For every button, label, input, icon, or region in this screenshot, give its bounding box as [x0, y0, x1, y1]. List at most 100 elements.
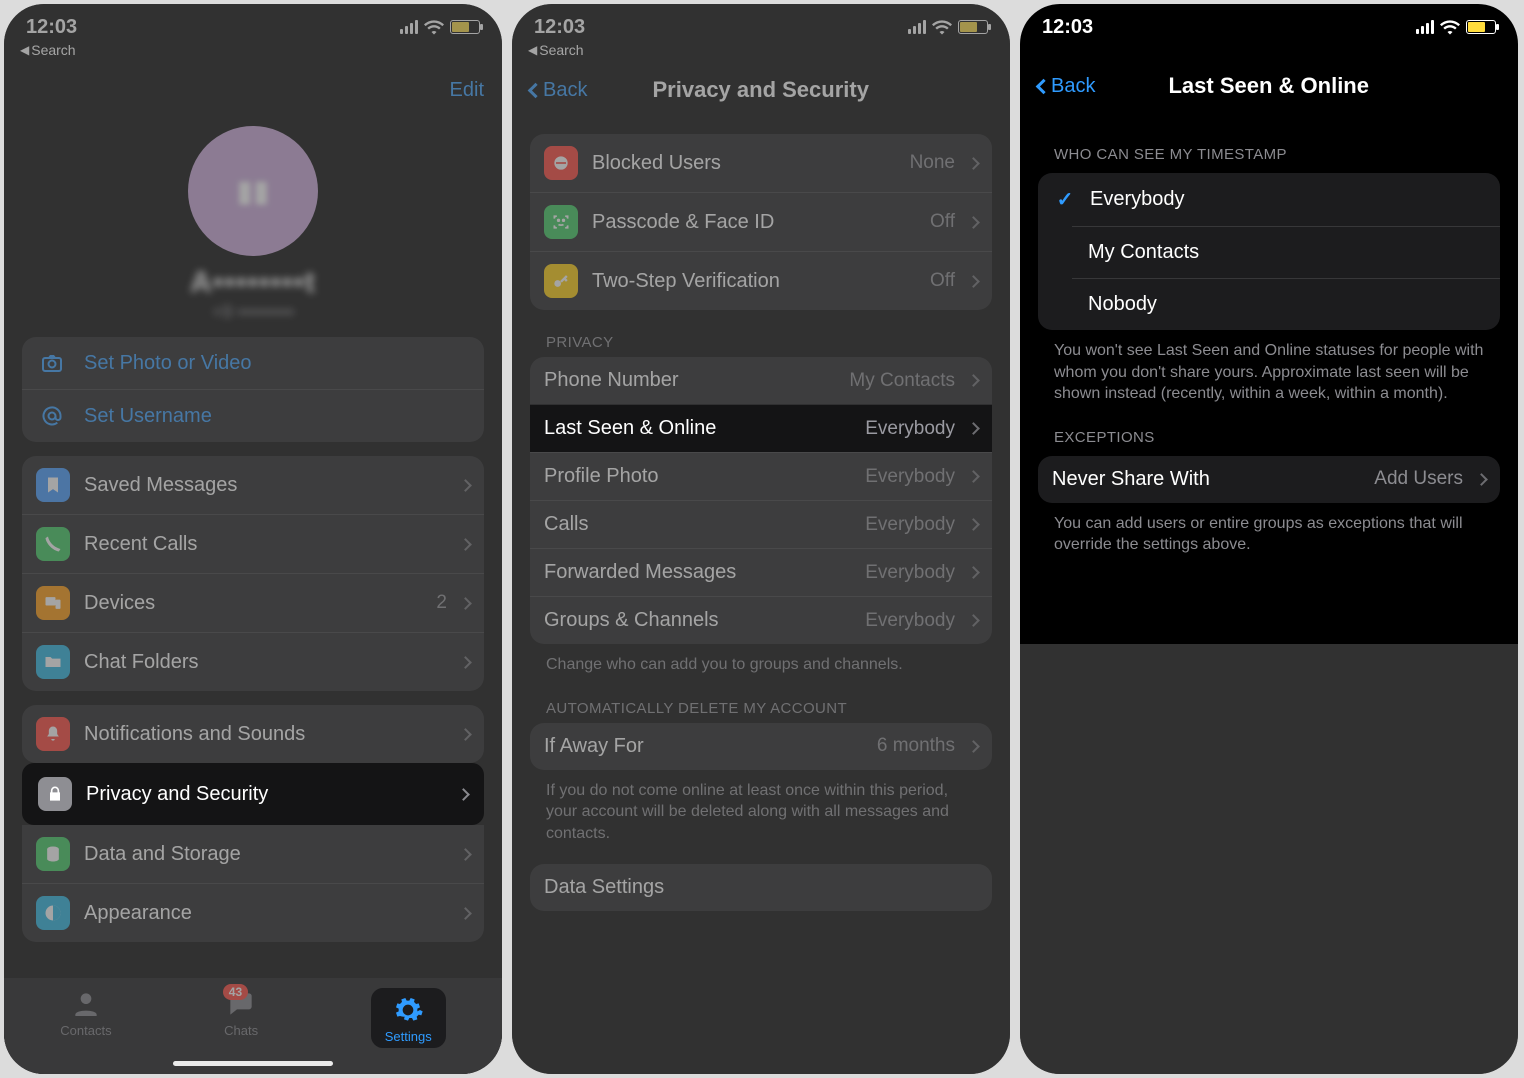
chevron-right-icon — [967, 157, 980, 170]
forwarded-row[interactable]: Forwarded Messages Everybody — [530, 548, 992, 596]
general-group: Saved Messages Recent Calls Devices 2 Ch… — [22, 456, 484, 691]
nav-header: Back Privacy and Security — [512, 60, 1010, 120]
home-indicator[interactable] — [173, 1061, 333, 1066]
chevron-right-icon — [459, 907, 472, 920]
set-username-label: Set Username — [84, 405, 212, 428]
recent-calls-row[interactable]: Recent Calls — [22, 514, 484, 573]
chevron-left-icon — [528, 82, 544, 98]
block-icon — [544, 146, 578, 180]
folder-icon — [36, 645, 70, 679]
tab-bar: Contacts 43 Chats Settings — [4, 978, 502, 1074]
back-button[interactable]: Back — [1038, 75, 1095, 98]
status-indicators — [400, 19, 480, 35]
privacy-header: PRIVACY — [512, 310, 1010, 357]
delete-header: AUTOMATICALLY DELETE MY ACCOUNT — [512, 676, 1010, 723]
devices-count: 2 — [436, 592, 447, 614]
chevron-right-icon — [1475, 473, 1488, 486]
tab-chats[interactable]: 43 Chats — [224, 988, 258, 1038]
status-bar: 12:03 — [1020, 4, 1518, 40]
status-indicators — [1416, 19, 1496, 35]
privacy-security-row[interactable]: Privacy and Security — [22, 763, 484, 825]
chevron-right-icon — [459, 728, 472, 741]
exceptions-group: Never Share With Add Users — [1038, 456, 1500, 503]
storage-icon — [36, 837, 70, 871]
status-bar: 12:03 — [512, 4, 1010, 40]
chats-badge: 43 — [223, 984, 248, 1000]
chat-folders-row[interactable]: Chat Folders — [22, 632, 484, 691]
tab-settings[interactable]: Settings — [371, 988, 446, 1048]
set-username-row[interactable]: Set Username — [22, 389, 484, 442]
option-nobody[interactable]: Nobody — [1072, 278, 1500, 330]
exceptions-header: EXCEPTIONS — [1020, 405, 1518, 452]
notifications-row[interactable]: Notifications and Sounds — [22, 705, 484, 763]
appearance-row[interactable]: Appearance — [22, 883, 484, 942]
privacy-group: Phone Number My Contacts Last Seen & Onl… — [530, 357, 992, 644]
profile-phone: +9 ••••••••• — [4, 302, 502, 323]
timestamp-options-group: ✓ Everybody My Contacts Nobody — [1038, 173, 1500, 330]
profile-photo-row[interactable]: Profile Photo Everybody — [530, 452, 992, 500]
chevron-right-icon — [457, 788, 470, 801]
cellular-icon — [1416, 20, 1434, 34]
passcode-row[interactable]: Passcode & Face ID Off — [530, 192, 992, 251]
profile-actions-group: Set Photo or Video Set Username — [22, 337, 484, 442]
settings-group-cont: Data and Storage Appearance — [22, 825, 484, 942]
chevron-right-icon — [967, 740, 980, 753]
groups-channels-row[interactable]: Groups & Channels Everybody — [530, 596, 992, 644]
avatar[interactable]: ▮▮ — [188, 126, 318, 256]
page-title: Privacy and Security — [587, 77, 934, 103]
calls-row[interactable]: Calls Everybody — [530, 500, 992, 548]
status-time: 12:03 — [1042, 16, 1093, 39]
status-time: 12:03 — [26, 16, 77, 39]
chevron-right-icon — [459, 848, 472, 861]
wifi-icon — [424, 19, 444, 35]
chevron-right-icon — [967, 614, 980, 627]
data-settings-row[interactable]: Data Settings — [530, 864, 992, 911]
timestamp-footer: You won't see Last Seen and Online statu… — [1020, 330, 1518, 405]
profile-block: ▮▮ A••••••••t +9 ••••••••• — [4, 120, 502, 323]
set-photo-label: Set Photo or Video — [84, 352, 252, 375]
bookmark-icon — [36, 468, 70, 502]
tab-contacts[interactable]: Contacts — [60, 988, 111, 1038]
breadcrumb-back[interactable]: ◀Search — [4, 40, 502, 60]
devices-row[interactable]: Devices 2 — [22, 573, 484, 632]
battery-icon — [1466, 20, 1496, 34]
delete-group: If Away For 6 months — [530, 723, 992, 770]
option-my-contacts[interactable]: My Contacts — [1072, 226, 1500, 278]
nav-header: Back Last Seen & Online — [1020, 56, 1518, 116]
phone-number-row[interactable]: Phone Number My Contacts — [530, 357, 992, 404]
nav-header: Edit — [4, 60, 502, 120]
status-bar: 12:03 — [4, 4, 502, 40]
if-away-row[interactable]: If Away For 6 months — [530, 723, 992, 770]
chevron-right-icon — [967, 470, 980, 483]
delete-footer: If you do not come online at least once … — [512, 770, 1010, 845]
gear-icon — [392, 994, 424, 1026]
chevron-right-icon — [459, 538, 472, 551]
data-storage-row[interactable]: Data and Storage — [22, 825, 484, 883]
blocked-users-row[interactable]: Blocked Users None — [530, 134, 992, 192]
chevron-right-icon — [459, 479, 472, 492]
profile-name: A••••••••t — [4, 266, 502, 300]
wifi-icon — [1440, 19, 1460, 35]
wifi-icon — [932, 19, 952, 35]
privacy-security-screen: 12:03 ◀Search Back Privacy and Security … — [512, 4, 1010, 1074]
saved-messages-row[interactable]: Saved Messages — [22, 456, 484, 514]
twostep-row[interactable]: Two-Step Verification Off — [530, 251, 992, 310]
set-photo-row[interactable]: Set Photo or Video — [22, 337, 484, 389]
chevron-right-icon — [967, 422, 980, 435]
key-icon — [544, 264, 578, 298]
phone-icon — [36, 527, 70, 561]
never-share-row[interactable]: Never Share With Add Users — [1038, 456, 1500, 503]
settings-group: Notifications and Sounds — [22, 705, 484, 763]
breadcrumb-back[interactable]: ◀Search — [512, 40, 1010, 60]
cellular-icon — [908, 20, 926, 34]
lock-icon — [38, 777, 72, 811]
status-time: 12:03 — [534, 16, 585, 39]
last-seen-screen: 12:03 Back Last Seen & Online WHO CAN SE… — [1020, 4, 1518, 1074]
bell-icon — [36, 717, 70, 751]
back-button[interactable]: Back — [530, 79, 587, 102]
page-title: Last Seen & Online — [1095, 73, 1442, 99]
option-everybody[interactable]: ✓ Everybody — [1038, 173, 1500, 226]
last-seen-row[interactable]: Last Seen & Online Everybody — [530, 404, 992, 452]
edit-button[interactable]: Edit — [450, 79, 484, 102]
chevron-right-icon — [967, 374, 980, 387]
